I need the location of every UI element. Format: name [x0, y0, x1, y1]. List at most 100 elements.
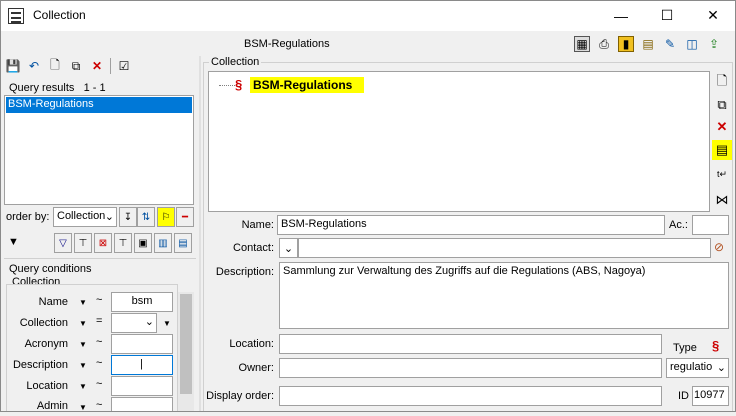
contact-label: Contact:: [233, 242, 274, 254]
delete-node-icon[interactable]: ✕: [712, 117, 732, 137]
ac-label: Ac.:: [669, 219, 688, 231]
location-input[interactable]: [279, 334, 662, 354]
display-order-input[interactable]: [279, 386, 662, 406]
image-icon[interactable]: ▦: [574, 36, 590, 52]
admin-condition-input[interactable]: [111, 397, 173, 412]
description-label: Description:: [215, 266, 274, 278]
description-textarea[interactable]: Sammlung zur Verwaltung des Zugriffs auf…: [279, 262, 729, 329]
ac-input[interactable]: [692, 215, 729, 235]
maximize-button[interactable]: ☐: [644, 0, 690, 31]
condition-operator[interactable]: ~: [96, 399, 102, 411]
condition-label: Description: [12, 359, 68, 371]
checkbox-icon[interactable]: ☑: [116, 58, 132, 74]
condition-operator[interactable]: ~: [96, 336, 102, 348]
collection-group-label: Collection: [209, 56, 262, 68]
header-toolbar: ▦ ⎙ ▮ ▤ ✎ ◫ ⇪: [574, 36, 722, 52]
app-icon: [8, 8, 24, 24]
name-label: Name:: [241, 219, 274, 231]
collection-tree[interactable]: § BSM-Regulations: [208, 71, 710, 212]
owner-input[interactable]: [279, 358, 662, 378]
regulation-icon: §: [235, 77, 243, 92]
query-conditions-label: Query conditions: [9, 263, 92, 275]
undo-icon[interactable]: ↶: [26, 58, 42, 74]
id-label: ID: [678, 390, 689, 402]
condition-label: Acronym: [24, 338, 68, 350]
contact-dropdown[interactable]: ⌄: [279, 238, 298, 258]
type-regulation-icon: §: [712, 338, 720, 353]
delete-icon[interactable]: ✕: [89, 58, 105, 74]
run-icon[interactable]: ⚐: [157, 207, 175, 227]
edit-icon[interactable]: ✎: [662, 36, 678, 52]
location-condition-input[interactable]: [111, 376, 173, 396]
new-icon[interactable]: 🗋: [47, 58, 63, 74]
web-icon[interactable]: ◫: [684, 36, 700, 52]
query-results-list[interactable]: BSM-Regulations: [4, 95, 194, 205]
copy-document-icon[interactable]: ⧉: [712, 95, 732, 115]
chevron-down-icon: ⌄: [104, 211, 114, 223]
condition-label: Location: [26, 380, 68, 392]
splitter[interactable]: [199, 56, 201, 412]
filter-list-icon[interactable]: ⊤: [114, 233, 132, 253]
condition-label: Name: [38, 296, 68, 308]
details-icon[interactable]: ▤: [712, 140, 732, 160]
filter-save-icon[interactable]: ▣: [134, 233, 152, 253]
filter-clear-icon[interactable]: ⊠: [94, 233, 112, 253]
condition-operator[interactable]: ~: [96, 357, 102, 369]
collection-condition-select[interactable]: ⌄: [111, 313, 157, 333]
copy-icon[interactable]: ⧉: [68, 58, 84, 74]
condition-operator[interactable]: ~: [96, 294, 102, 306]
condition-operator[interactable]: ~: [96, 378, 102, 390]
set-parent-icon[interactable]: t↵: [712, 164, 732, 184]
left-toolbar: 💾 ↶ 🗋 ⧉ ✕ ☑: [5, 58, 132, 74]
query-results-label: Query results 1 - 1: [9, 82, 106, 94]
condition-label: Admin: [36, 400, 68, 412]
columns-icon[interactable]: ▥: [154, 233, 172, 253]
condition-dropdown-icon[interactable]: ▼: [76, 293, 90, 311]
contact-input[interactable]: [298, 238, 711, 258]
new-document-icon[interactable]: 🗋: [712, 73, 732, 93]
filter-toolbar: ▽ ⊤ ⊠ ⊤ ▣ ▥ ▤: [54, 233, 192, 253]
display-order-label: Display order:: [206, 390, 274, 402]
condition-dropdown-icon[interactable]: ▼: [76, 398, 90, 416]
tree-node-root[interactable]: BSM-Regulations: [250, 77, 365, 93]
archive-icon[interactable]: ▮: [618, 36, 634, 52]
name-input[interactable]: BSM-Regulations: [277, 215, 665, 235]
filter-icon[interactable]: ▽: [54, 233, 72, 253]
window-title: Collection: [33, 8, 86, 22]
order-by-label: order by:: [6, 211, 50, 223]
save-icon[interactable]: 💾: [5, 58, 21, 74]
description-condition-input[interactable]: |: [111, 355, 173, 375]
order-by-select[interactable]: Collection ⌄: [53, 207, 117, 227]
table-icon[interactable]: ▤: [640, 36, 656, 52]
condition-dropdown-icon[interactable]: ▼: [76, 314, 90, 332]
close-window-button[interactable]: ✕: [690, 0, 736, 31]
type-select[interactable]: regulatio ⌄: [666, 358, 729, 378]
rows-icon[interactable]: ▤: [174, 233, 192, 253]
minimize-button[interactable]: —: [598, 0, 644, 31]
list-item[interactable]: BSM-Regulations: [6, 97, 192, 113]
id-input: 10977: [692, 386, 729, 406]
remove-icon[interactable]: ━: [176, 207, 194, 227]
condition-operator[interactable]: =: [96, 315, 102, 327]
chevron-down-icon: ⌄: [283, 242, 294, 255]
name-condition-input[interactable]: bsm: [111, 292, 173, 312]
owner-label: Owner:: [238, 362, 274, 374]
condition-dropdown-icon[interactable]: ▼: [76, 377, 90, 395]
contact-link-icon[interactable]: ⊘: [714, 240, 724, 254]
sort-az-icon[interactable]: ⇅: [137, 207, 155, 227]
export-icon[interactable]: ⇪: [706, 36, 722, 52]
collapse-triangle-icon[interactable]: ▼: [8, 236, 19, 248]
location-label: Location:: [229, 338, 274, 350]
conditions-scrollbar[interactable]: [178, 292, 194, 412]
split-icon[interactable]: ⋈: [712, 190, 732, 210]
header-title: BSM-Regulations: [244, 38, 330, 50]
filter-add-icon[interactable]: ⊤: [74, 233, 92, 253]
acronym-condition-input[interactable]: [111, 334, 173, 354]
condition-dropdown-icon[interactable]: ▼: [76, 356, 90, 374]
print-icon[interactable]: ⎙: [596, 36, 612, 52]
scrollbar-thumb[interactable]: [180, 294, 192, 394]
type-label: Type: [673, 342, 697, 354]
condition-dropdown-icon[interactable]: ▼: [76, 335, 90, 353]
pin-icon[interactable]: ↧: [119, 207, 137, 227]
condition-extra-dropdown-icon[interactable]: ▼: [160, 314, 174, 332]
